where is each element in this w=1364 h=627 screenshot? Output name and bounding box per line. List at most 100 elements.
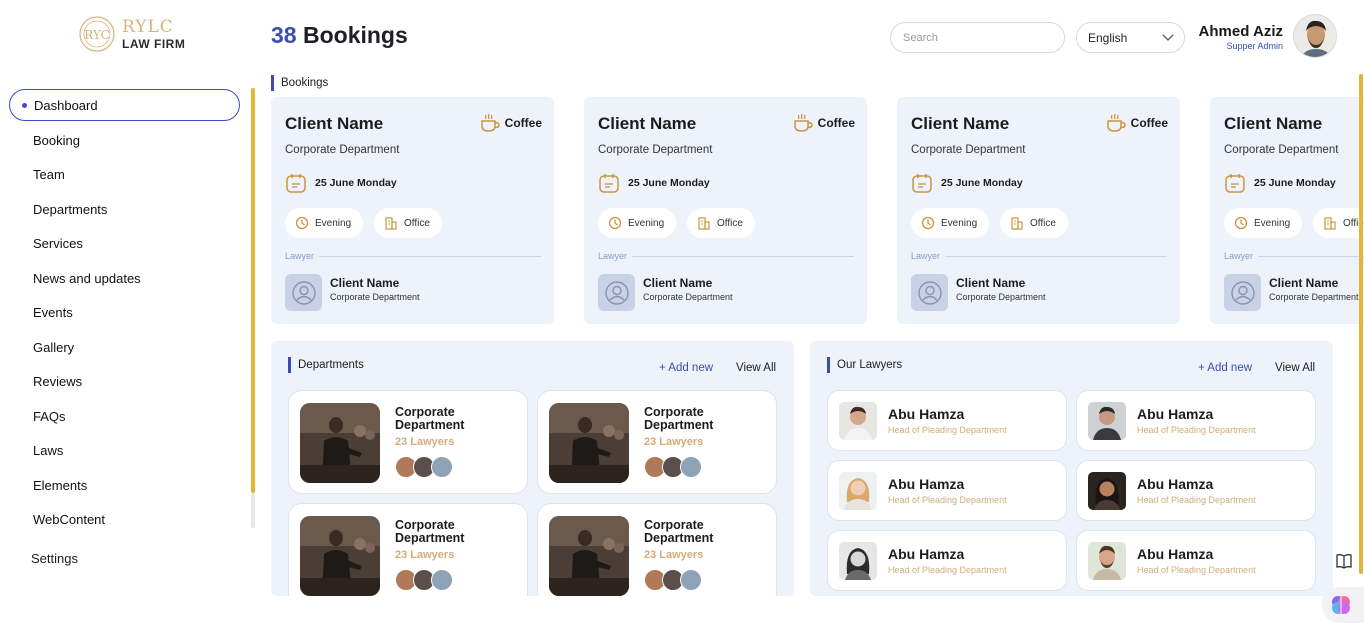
sidebar-item-label: Services: [33, 236, 83, 252]
sidebar-item-dashboard[interactable]: Dashboard: [9, 89, 240, 121]
lawyer-portrait: [1088, 472, 1126, 510]
lawyer-avatar-stack: [395, 569, 465, 593]
department-title: Corporate Department: [644, 406, 754, 432]
lawyer-card[interactable]: Abu Hamza Head of Pleading Department: [1076, 460, 1316, 521]
lawyer-department: Corporate Department: [330, 292, 420, 302]
sidebar-scrollbar[interactable]: [251, 88, 255, 528]
book-icon[interactable]: [1335, 552, 1353, 575]
sidebar-item-settings[interactable]: Settings: [31, 551, 78, 566]
sidebar-item-faqs[interactable]: FAQs: [9, 399, 240, 434]
time-label: Evening: [628, 217, 665, 229]
coffee-icon: [793, 113, 813, 132]
place-chip: Office: [1313, 208, 1364, 238]
lawyer-card[interactable]: Abu Hamza Head of Pleading Department: [1076, 530, 1316, 591]
sidebar-item-gallery[interactable]: Gallery: [9, 330, 240, 365]
coffee-icon: [480, 113, 500, 132]
search-input[interactable]: Search: [890, 22, 1065, 53]
divider: [945, 256, 1167, 257]
avatar[interactable]: [1293, 14, 1337, 58]
client-name: Client Name: [285, 114, 384, 133]
lawyer-count: 23 Lawyers: [395, 436, 455, 448]
sidebar: RYC RYLC LAW FIRM Dashboard Booking Team…: [0, 0, 256, 627]
sidebar-scrollbar-thumb[interactable]: [251, 88, 255, 493]
divider: [632, 256, 854, 257]
sidebar-item-label: Elements: [33, 477, 88, 493]
building-icon: [1011, 217, 1023, 230]
booking-card[interactable]: Client Name Corporate Department 25 June…: [1210, 97, 1364, 324]
sidebar-item-label: Laws: [33, 443, 64, 459]
calendar-icon: [1225, 174, 1245, 193]
lawyer-role: Head of Pleading Department: [1137, 425, 1256, 435]
sidebar-item-departments[interactable]: Departments: [9, 192, 240, 227]
lawyer-avatar: [1224, 274, 1261, 311]
client-department: Corporate Department: [285, 144, 400, 156]
user-role: Supper Admin: [1226, 41, 1283, 51]
lawyer-role: Head of Pleading Department: [1137, 565, 1256, 575]
booking-card[interactable]: Client Name Coffee Corporate Department …: [584, 97, 867, 324]
page-title-text: Bookings: [302, 22, 408, 48]
lawyer-label: Lawyer: [285, 251, 315, 261]
sidebar-item-label: Team: [33, 167, 65, 183]
courtroom-image: [549, 403, 629, 483]
lawyer-name: Abu Hamza: [1137, 476, 1214, 492]
lawyer-name: Abu Hamza: [888, 546, 965, 562]
lawyer-photo: [1088, 402, 1126, 440]
clock-icon: [921, 216, 935, 230]
lawyer-label: Lawyer: [911, 251, 941, 261]
courtroom-image: [300, 516, 380, 596]
sidebar-item-laws[interactable]: Laws: [9, 434, 240, 469]
department-title-line2: Department: [644, 531, 714, 545]
assistant-brain-icon[interactable]: [1322, 587, 1364, 623]
department-title-line2: Department: [395, 531, 465, 545]
sidebar-item-booking[interactable]: Booking: [9, 123, 240, 158]
sidebar-item-label: News and updates: [33, 270, 141, 286]
sidebar-item-label: Gallery: [33, 339, 75, 355]
active-dot-icon: [22, 102, 27, 108]
sidebar-item-events[interactable]: Events: [9, 296, 240, 331]
chevron-down-icon: [1162, 34, 1174, 41]
calendar-icon: [286, 174, 306, 193]
lawyer-card[interactable]: Abu Hamza Head of Pleading Department: [827, 530, 1067, 591]
department-card[interactable]: Corporate Department 23 Lawyers: [288, 503, 528, 596]
building-icon: [1324, 217, 1336, 230]
lawyer-label: Lawyer: [1224, 251, 1254, 261]
language-select[interactable]: English: [1076, 22, 1185, 53]
avatar: [431, 569, 453, 591]
lawyer-card[interactable]: Abu Hamza Head of Pleading Department: [827, 390, 1067, 451]
logo[interactable]: RYC RYLC LAW FIRM: [78, 14, 188, 54]
building-icon: [698, 217, 710, 230]
department-card[interactable]: Corporate Department 23 Lawyers: [288, 390, 528, 494]
department-title-line2: Department: [395, 418, 465, 432]
sidebar-item-elements[interactable]: Elements: [9, 468, 240, 503]
search-placeholder: Search: [903, 31, 938, 44]
booking-date-text: 25 June Monday: [1254, 177, 1336, 189]
sidebar-item-reviews[interactable]: Reviews: [9, 365, 240, 400]
department-image: [549, 516, 629, 596]
sidebar-item-services[interactable]: Services: [9, 227, 240, 262]
page-scrollbar-thumb[interactable]: [1359, 74, 1363, 574]
sidebar-item-news[interactable]: News and updates: [9, 261, 240, 296]
sidebar-item-webcontent[interactable]: WebContent: [9, 503, 240, 538]
department-image: [300, 403, 380, 483]
lawyer-name: Client Name: [1269, 276, 1339, 290]
department-card[interactable]: Corporate Department 23 Lawyers: [537, 503, 777, 596]
user-circle-icon: [604, 280, 629, 305]
sidebar-item-team[interactable]: Team: [9, 158, 240, 193]
view-all-lawyers-link[interactable]: View All: [1275, 362, 1315, 374]
lawyer-card[interactable]: Abu Hamza Head of Pleading Department: [827, 460, 1067, 521]
view-all-departments-link[interactable]: View All: [736, 362, 776, 374]
booking-card[interactable]: Client Name Coffee Corporate Department …: [897, 97, 1180, 324]
add-department-button[interactable]: + Add new: [659, 362, 713, 374]
department-title: Corporate Department: [395, 519, 505, 545]
department-card[interactable]: Corporate Department 23 Lawyers: [537, 390, 777, 494]
time-chip: Evening: [598, 208, 677, 238]
booking-date: 25 June Monday: [1224, 172, 1336, 194]
add-lawyer-button[interactable]: + Add new: [1198, 362, 1252, 374]
lawyer-card[interactable]: Abu Hamza Head of Pleading Department: [1076, 390, 1316, 451]
divider: [319, 256, 541, 257]
lawyer-name: Abu Hamza: [888, 406, 965, 422]
booking-card[interactable]: Client Name Coffee Corporate Department …: [271, 97, 554, 324]
coffee-icon: [1106, 113, 1126, 132]
drink-label: Coffee: [1130, 116, 1168, 130]
user-info[interactable]: Ahmed Aziz Supper Admin: [1195, 23, 1283, 51]
